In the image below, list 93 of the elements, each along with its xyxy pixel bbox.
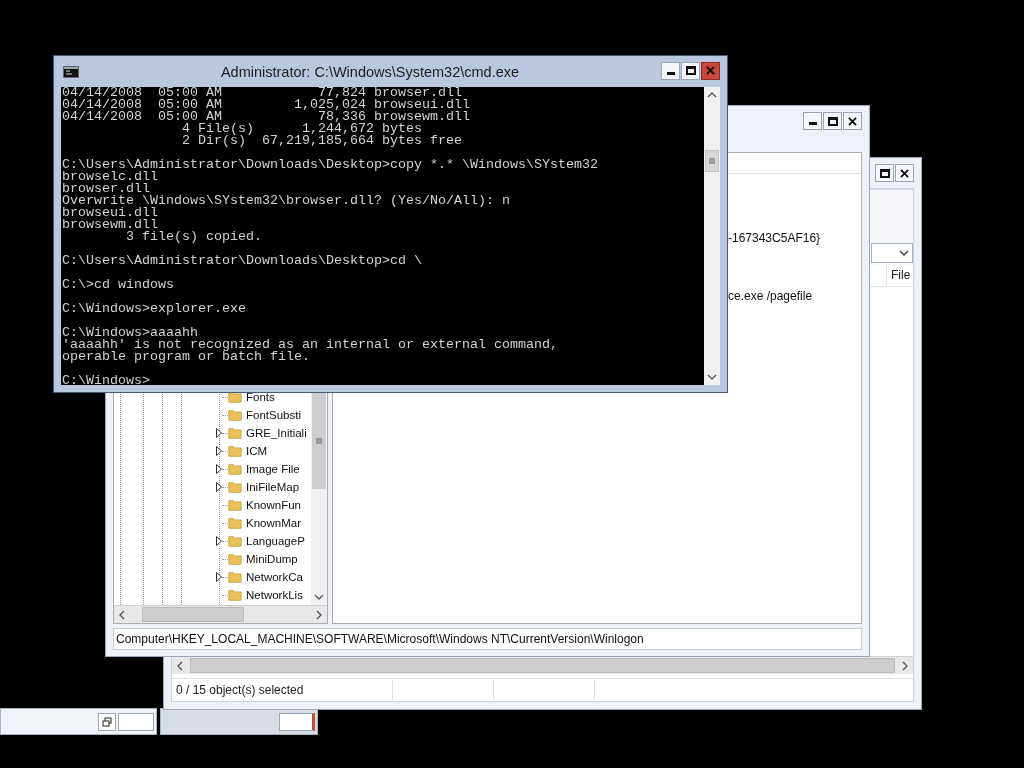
grip-icon xyxy=(709,158,715,164)
tree-item[interactable]: NetworkLis xyxy=(246,589,303,601)
minimize-icon xyxy=(808,122,817,125)
folder-icon xyxy=(228,462,242,476)
close-icon xyxy=(706,66,715,75)
console-line: 'aaaahh' is not recognized as an internal or external command, xyxy=(62,339,559,351)
close-button[interactable] xyxy=(701,61,720,80)
maximize-button[interactable] xyxy=(823,112,842,130)
folder-icon xyxy=(228,516,242,530)
folder-icon xyxy=(228,480,242,494)
console-line: 04/14/2008 05:00 AM 77,824 browser.dll xyxy=(62,87,462,99)
horizontal-scrollbar[interactable] xyxy=(172,656,913,674)
console-line: C:\Windows>aaaahh xyxy=(62,327,198,339)
horizontal-scrollbar[interactable] xyxy=(114,605,327,623)
close-icon xyxy=(900,168,909,178)
console-line: 04/14/2008 05:00 AM 78,336 browsewm.dll xyxy=(62,111,471,123)
scroll-thumb[interactable] xyxy=(142,607,244,622)
chevron-down-icon xyxy=(899,250,909,256)
grip-icon xyxy=(316,437,322,444)
folder-icon xyxy=(228,552,242,566)
expand-arrow-icon[interactable] xyxy=(216,572,222,582)
tree-item[interactable]: Fonts xyxy=(246,391,275,403)
tree-item[interactable]: KnownFun xyxy=(246,499,301,511)
console-icon xyxy=(63,65,79,78)
tree-item[interactable]: KnownMar xyxy=(246,517,301,529)
close-button[interactable] xyxy=(843,112,862,130)
folder-icon xyxy=(228,426,242,440)
scroll-down-icon xyxy=(707,374,717,380)
folder-icon xyxy=(228,408,242,422)
minimize-icon xyxy=(666,71,675,75)
scroll-right-icon xyxy=(316,609,322,620)
scroll-down-icon xyxy=(314,594,324,600)
tree-item[interactable]: GRE_Initiali xyxy=(246,427,307,439)
maximize-icon xyxy=(879,168,890,178)
console-line: browser.dll xyxy=(62,183,150,195)
maximize-button[interactable] xyxy=(681,61,700,80)
window-title: Administrator: C:\Windows\System32\cmd.exe xyxy=(219,63,521,80)
folder-icon xyxy=(228,534,242,548)
scroll-up-icon xyxy=(707,92,717,98)
console-line: browsewm.dll xyxy=(62,219,158,231)
maximize-icon xyxy=(685,66,696,75)
tree-item[interactable]: IniFileMap xyxy=(246,481,300,493)
key-path-text: Computer\HKEY_LOCAL_MACHINE\SOFTWARE\Microsoft\Windows NT\CurrentVersion\Winlogon xyxy=(115,632,644,646)
console-line: browseui.dll xyxy=(62,207,159,219)
expand-arrow-icon[interactable] xyxy=(216,482,222,492)
tree-item[interactable]: LanguageP xyxy=(246,535,305,547)
expand-arrow-icon[interactable] xyxy=(216,428,222,438)
restore-button[interactable] xyxy=(98,712,116,731)
tree-item[interactable]: FontSubsti xyxy=(246,409,301,421)
close-icon xyxy=(848,116,857,126)
folder-icon xyxy=(228,588,242,602)
console-line: 4 File(s) 1,244,672 bytes xyxy=(180,123,423,135)
minimize-button[interactable] xyxy=(803,112,822,130)
folder-icon xyxy=(228,390,242,404)
console-line: C:\Windows>explorer.exe xyxy=(62,303,247,315)
scroll-thumb[interactable] xyxy=(312,392,326,489)
value-data-text: ce.exe /pagefile xyxy=(728,289,813,303)
console-line: 3 file(s) copied. xyxy=(125,231,263,243)
console-line: C:\Users\Administrator\Downloads\Desktop>copy *.* \Windows\SYstem32 xyxy=(62,159,599,171)
tree-item[interactable]: MiniDump xyxy=(246,553,298,565)
console-line: C:\Windows> xyxy=(62,375,151,387)
scroll-left-icon xyxy=(177,660,183,671)
scroll-right-icon xyxy=(902,660,908,671)
console-line: 04/14/2008 05:00 AM 1,025,024 browseui.dll xyxy=(62,99,471,111)
console-line: C:\>cd windows xyxy=(62,279,175,291)
vertical-scrollbar[interactable] xyxy=(311,392,327,605)
tree-item[interactable]: Image File xyxy=(246,463,300,475)
folder-icon xyxy=(228,498,242,512)
expand-arrow-icon[interactable] xyxy=(216,446,222,456)
scroll-thumb[interactable] xyxy=(705,150,719,172)
tree-item[interactable]: NetworkCa xyxy=(246,571,303,583)
console-line: browselc.dll xyxy=(62,171,158,183)
close-button[interactable] xyxy=(895,164,914,182)
console-line: Overwrite \Windows\SYstem32\browser.dll? (Yes/No/All): n xyxy=(62,195,511,207)
maximize-icon xyxy=(827,116,838,126)
minimize-button[interactable] xyxy=(661,61,680,80)
console-line: 2 Dir(s) 67,219,185,664 bytes free xyxy=(180,135,463,147)
vertical-scrollbar[interactable] xyxy=(704,87,720,385)
tree-item[interactable]: ICM xyxy=(246,445,268,457)
expand-arrow-icon[interactable] xyxy=(216,536,222,546)
maximize-button[interactable] xyxy=(875,164,894,182)
folder-icon xyxy=(228,570,242,584)
dropdown-field[interactable] xyxy=(871,243,913,263)
column-header[interactable]: File xyxy=(886,265,913,286)
scroll-left-icon xyxy=(119,609,125,620)
console-line: operable program or batch file. xyxy=(62,351,311,363)
expand-arrow-icon[interactable] xyxy=(216,464,222,474)
restore-icon xyxy=(102,716,112,727)
folder-icon xyxy=(228,444,242,458)
value-data-text: -167343C5AF16} xyxy=(728,231,821,245)
scroll-thumb[interactable] xyxy=(190,658,895,673)
console-line: C:\Users\Administrator\Downloads\Desktop>cd \ xyxy=(62,255,423,267)
status-text: 0 / 15 object(s) selected xyxy=(175,683,305,697)
